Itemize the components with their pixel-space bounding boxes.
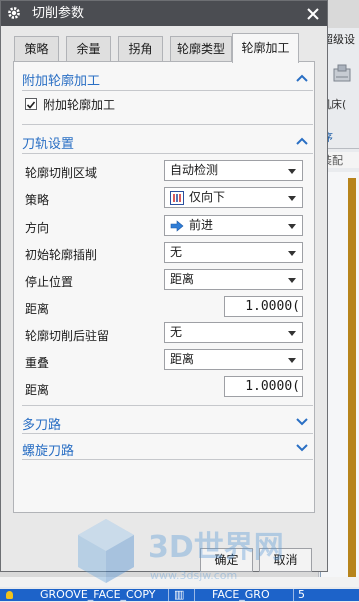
operation-count: 5 — [298, 589, 305, 601]
operation-name: GROOVE_FACE_COPY — [40, 589, 156, 601]
dropdown-arrow-icon — [288, 331, 296, 336]
profile-cut-region-select[interactable]: 自动检测 — [164, 160, 303, 181]
section-title: 多刀路 — [22, 418, 62, 433]
chevron-up-icon[interactable] — [296, 73, 308, 83]
cancel-button[interactable]: 取消 — [259, 548, 312, 572]
overlap-select[interactable]: 距离 — [164, 349, 303, 370]
section-divider — [22, 433, 313, 434]
chevron-up-icon[interactable] — [296, 136, 308, 146]
background-highlight-strip — [348, 178, 356, 578]
distance-label: 距离 — [25, 302, 50, 316]
chevron-down-icon[interactable] — [296, 417, 308, 427]
section-title: 刀轨设置 — [22, 137, 75, 152]
initial-plunge-label: 初始轮廓插削 — [25, 248, 98, 262]
dropdown-arrow-icon — [288, 224, 296, 229]
section-header-toolpath-settings[interactable]: 刀轨设置 — [22, 133, 308, 152]
additional-profiling-label: 附加轮廓加工 — [43, 98, 116, 112]
dropdown-arrow-icon — [288, 196, 296, 201]
section-header-additional-profiling[interactable]: 附加轮廓加工 — [22, 70, 308, 89]
overlap-distance-label: 距离 — [25, 383, 50, 397]
section-header-spiral-path[interactable]: 螺旋刀路 — [22, 440, 308, 459]
direction-select[interactable]: 前进 — [164, 215, 303, 236]
dwell-after-cut-select[interactable]: 无 — [164, 322, 303, 343]
stop-position-select[interactable]: 距离 — [164, 269, 303, 290]
dialog-titlebar[interactable]: 切削参数 — [1, 1, 327, 26]
gear-icon — [8, 7, 20, 19]
tab-profile-types[interactable]: 轮廓类型 — [170, 36, 232, 61]
status-bulb-icon — [6, 591, 13, 599]
tab-profiling[interactable]: 轮廓加工 — [232, 33, 299, 63]
distance-input[interactable]: 1.0000( — [224, 296, 303, 317]
tab-corners[interactable]: 拐角 — [118, 36, 163, 61]
operation-type-icon: ▥ — [174, 589, 185, 601]
down-only-strategy-icon — [170, 191, 184, 205]
section-divider — [22, 405, 313, 406]
section-title: 螺旋刀路 — [22, 444, 75, 459]
tab-stock[interactable]: 余量 — [66, 36, 111, 61]
section-divider — [22, 459, 313, 460]
tab-bar: 策略 余量 拐角 轮廓类型 轮廓加工 — [14, 33, 314, 63]
strategy-select[interactable]: 仅向下 — [164, 187, 303, 208]
background-selected-row[interactable]: GROOVE_FACE_COPY ▥ FACE_GRO 5 — [0, 589, 359, 601]
additional-profiling-checkbox[interactable] — [25, 98, 37, 110]
direction-label: 方向 — [25, 221, 50, 235]
dialog-title: 切削参数 — [32, 6, 85, 21]
chevron-down-icon[interactable] — [296, 443, 308, 453]
dropdown-arrow-icon — [288, 251, 296, 256]
checkmark-icon — [26, 101, 36, 109]
overlap-distance-input[interactable]: 1.0000( — [224, 376, 303, 397]
stop-position-label: 停止位置 — [25, 275, 74, 289]
section-title: 附加轮廓加工 — [22, 74, 101, 89]
tab-strategy[interactable]: 策略 — [14, 36, 59, 61]
dwell-after-cut-label: 轮廓切削后驻留 — [25, 329, 110, 343]
dropdown-arrow-icon — [288, 278, 296, 283]
overlap-label: 重叠 — [25, 356, 50, 370]
dropdown-arrow-icon — [288, 169, 296, 174]
machine-tool-icon[interactable] — [331, 63, 353, 85]
initial-plunge-select[interactable]: 无 — [164, 242, 303, 263]
section-divider — [22, 124, 313, 125]
forward-arrow-icon — [170, 220, 184, 232]
ok-button[interactable]: 确定 — [200, 548, 253, 572]
section-header-multiple-paths[interactable]: 多刀路 — [22, 414, 308, 433]
background-list-row-partial[interactable] — [0, 577, 359, 587]
dropdown-arrow-icon — [288, 358, 296, 363]
strategy-label: 策略 — [25, 193, 50, 207]
operation-parent: FACE_GRO — [212, 589, 270, 601]
section-divider — [22, 153, 313, 154]
profile-cut-region-label: 轮廓切削区域 — [25, 166, 98, 180]
section-divider — [22, 90, 313, 91]
close-icon[interactable] — [303, 4, 323, 24]
